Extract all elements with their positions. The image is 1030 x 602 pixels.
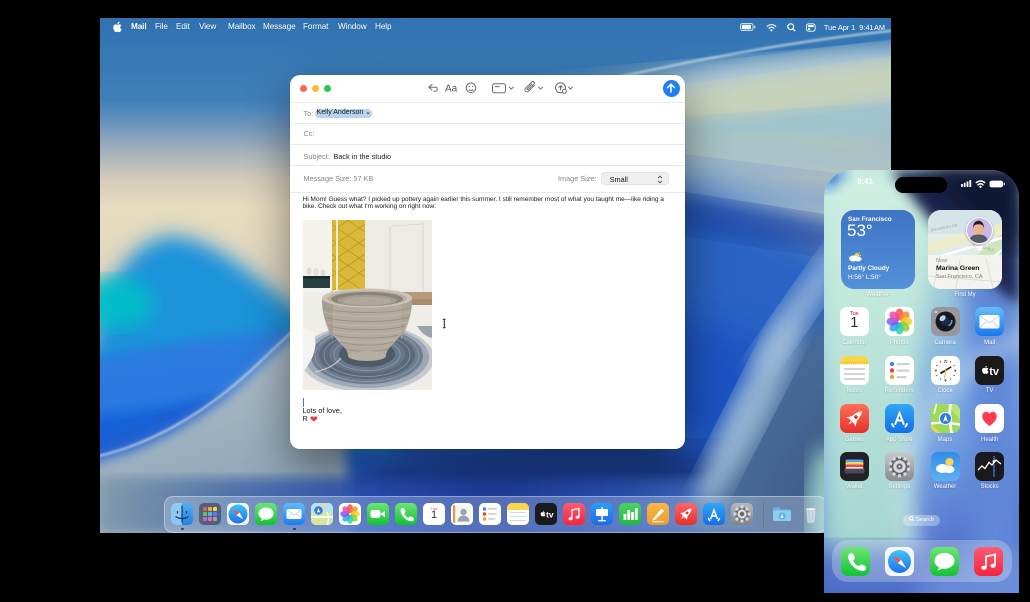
svg-text:tv: tv <box>546 510 554 520</box>
svg-text:3: 3 <box>954 369 956 373</box>
svg-text:tv: tv <box>989 366 1000 378</box>
svg-text:9: 9 <box>935 369 937 373</box>
svg-text:Aa: Aa <box>445 84 458 95</box>
svg-text:12: 12 <box>943 359 947 363</box>
svg-text:6: 6 <box>944 378 946 382</box>
